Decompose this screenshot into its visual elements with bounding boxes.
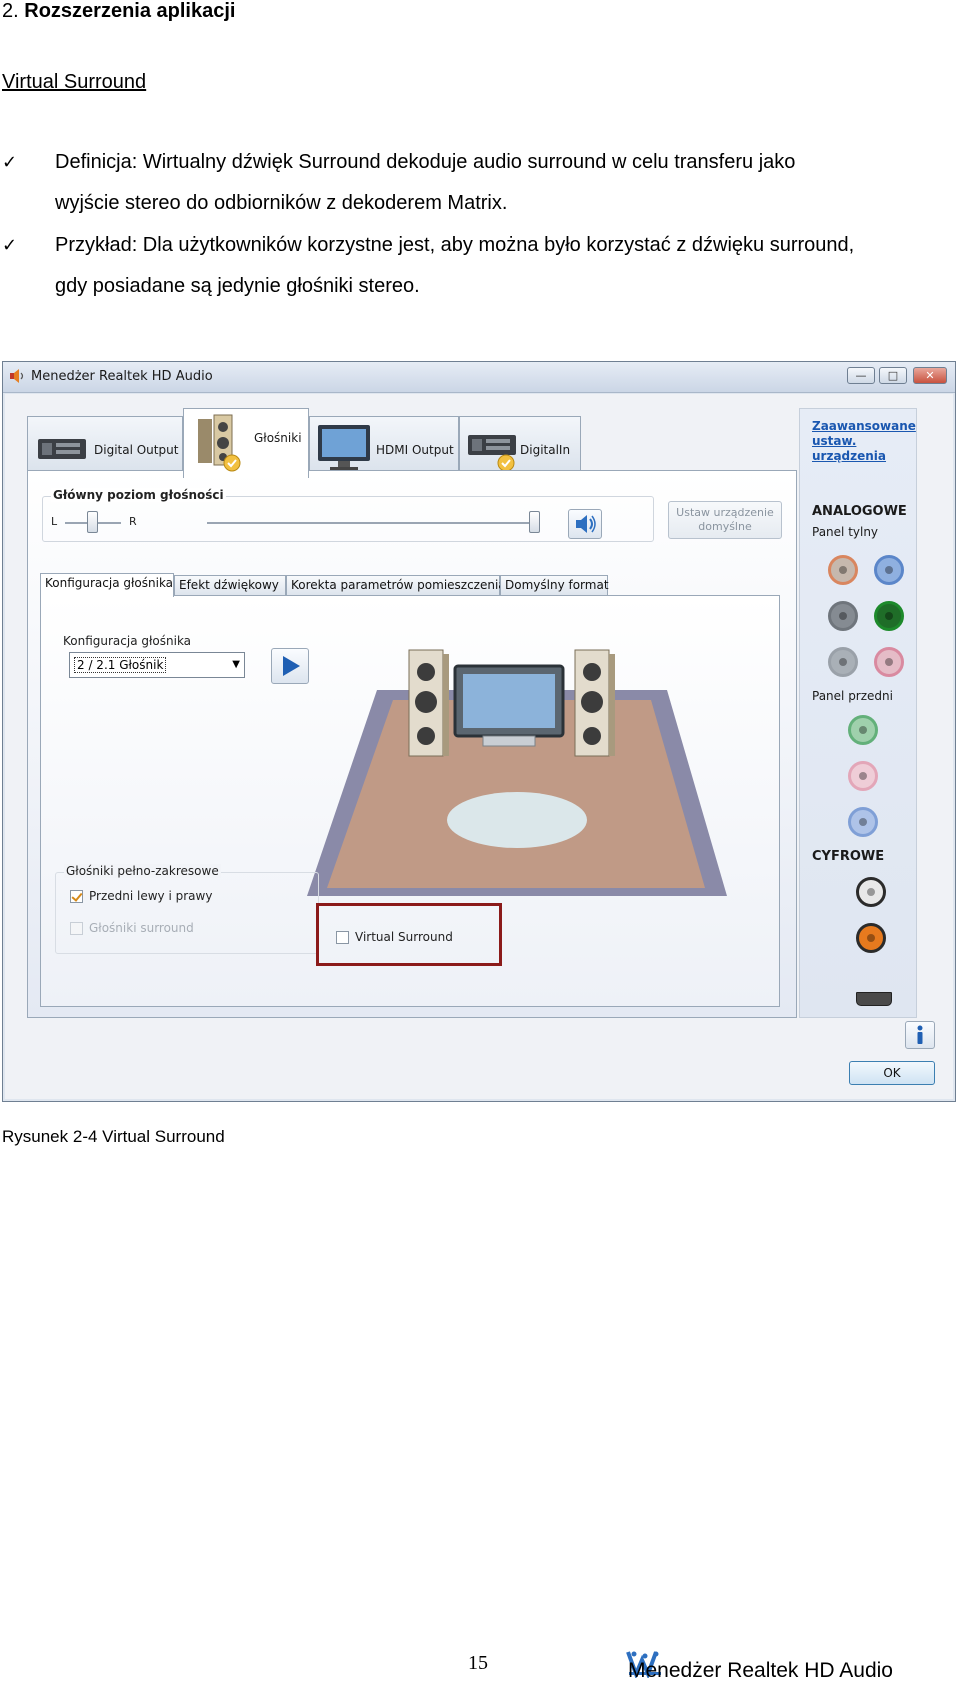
tab-default-format[interactable]: Domyślny format: [500, 575, 609, 595]
figure-caption: Rysunek 2-4 Virtual Surround: [2, 1127, 225, 1146]
window-title: Menedżer Realtek HD Audio: [31, 369, 213, 384]
rear-blue-jack-icon[interactable]: [874, 555, 904, 585]
speaker-icon: [576, 515, 596, 533]
main-volume-title: Główny poziom głośności: [51, 488, 226, 502]
check-icon: ✓: [2, 152, 18, 173]
balance-right-label: R: [129, 515, 137, 528]
volume-slider[interactable]: [529, 511, 540, 533]
balance-slider[interactable]: [87, 511, 98, 533]
dialog-client-area: Digital Output Głośniki HDMI Output Digi…: [5, 394, 953, 1099]
checkbox-label: Virtual Surround: [355, 930, 453, 944]
section-heading: 2. Rozszerzenia aplikacji: [2, 0, 235, 23]
button-label: Ustaw urządzenie: [676, 506, 774, 519]
monitor-device-icon: [318, 425, 370, 471]
optical-jack-icon[interactable]: [856, 923, 886, 953]
tab-room-correction[interactable]: Korekta parametrów pomieszczenia: [286, 575, 506, 595]
button-label: domyślne: [698, 520, 752, 533]
surround-speakers-checkbox-row: Głośniki surround: [70, 921, 194, 935]
surround-speakers-checkbox: [70, 922, 83, 935]
bullet-line: Definicja: Wirtualny dźwięk Surround dek…: [55, 151, 796, 173]
front-left-right-checkbox-row[interactable]: Przedni lewy i prawy: [70, 889, 212, 903]
speakers-panel: Główny poziom głośności L R Ustaw urządz…: [27, 470, 797, 1018]
full-range-speakers-group: Głośniki pełno-zakresowe Przedni lewy i …: [55, 864, 319, 954]
section-title: Rozszerzenia aplikacji: [24, 0, 236, 22]
tab-sound-effect[interactable]: Efekt dźwiękowy: [174, 575, 286, 595]
balance-left-label: L: [51, 515, 58, 528]
link-line: Zaawansowane: [812, 419, 916, 433]
front-blue-jack-icon[interactable]: [848, 807, 878, 837]
digital-output-device-icon: [38, 439, 86, 459]
link-line: ustaw. urządzenia: [812, 434, 887, 463]
virtual-surround-checkbox[interactable]: [336, 931, 349, 944]
tab-speakers[interactable]: Głośniki: [183, 408, 309, 478]
check-icon: ✓: [2, 235, 18, 256]
speaker-config-label: Konfiguracja głośnika: [63, 634, 192, 648]
hdmi-port-icon[interactable]: [856, 992, 892, 1006]
rear-gray-jack-icon[interactable]: [828, 601, 858, 631]
room-illustration: [307, 649, 727, 896]
tab-label: Głośniki: [254, 431, 302, 445]
bullet-line: gdy posiadane są jedynie głośniki stereo…: [55, 275, 420, 297]
rear-green-jack-icon[interactable]: [874, 601, 904, 631]
info-button[interactable]: [905, 1021, 935, 1049]
ok-button[interactable]: OK: [849, 1061, 935, 1085]
device-tab-strip: Digital Output Głośniki HDMI Output Digi…: [27, 408, 797, 478]
speaker-config-group: Konfiguracja głośnika 2 / 2.1 Głośnik ▼: [55, 634, 309, 688]
checkbox-label: Głośniki surround: [89, 921, 194, 935]
speaker-app-icon: [10, 369, 24, 383]
close-button[interactable]: ✕: [913, 367, 947, 384]
footer-brand: Menedżer Realtek HD Audio: [628, 1659, 893, 1682]
front-pink-jack-icon[interactable]: [848, 761, 878, 791]
speaker-configuration-panel: Konfiguracja głośnika 2 / 2.1 Głośnik ▼: [40, 595, 780, 1007]
tab-digital-output[interactable]: Digital Output: [27, 416, 183, 476]
tab-label: DigitalIn: [520, 443, 571, 457]
bullet-line: wyjście stereo do odbiorników z dekodere…: [55, 192, 508, 214]
bullet-line: Przykład: Dla użytkowników korzystne jes…: [55, 234, 855, 256]
play-icon: [283, 656, 300, 676]
main-volume-group: Główny poziom głośności L R: [42, 488, 654, 542]
section-number: 2.: [2, 0, 19, 22]
play-test-button[interactable]: [271, 648, 309, 684]
minimize-button[interactable]: —: [847, 367, 875, 384]
tab-label: HDMI Output: [376, 443, 454, 457]
rear-panel-label: Panel tylny: [812, 525, 879, 539]
checkbox-label: Przedni lewy i prawy: [89, 889, 213, 903]
front-panel-label: Panel przedni: [812, 689, 893, 703]
tab-speaker-configuration[interactable]: Konfiguracja głośnika: [40, 573, 174, 597]
title-bar: Menedżer Realtek HD Audio — □ ✕: [3, 362, 955, 393]
tab-label: Digital Output: [94, 443, 179, 457]
maximize-button[interactable]: □: [879, 367, 907, 384]
mute-button[interactable]: [568, 509, 602, 539]
virtual-surround-checkbox-row[interactable]: Virtual Surround: [336, 930, 453, 944]
tab-hdmi-output[interactable]: HDMI Output: [309, 416, 459, 476]
front-green-jack-icon[interactable]: [848, 715, 878, 745]
speaker-config-select[interactable]: 2 / 2.1 Głośnik ▼: [69, 652, 245, 678]
info-icon: [917, 1025, 923, 1044]
selected-value: 2 / 2.1 Głośnik: [74, 657, 167, 673]
rear-silver-jack-icon[interactable]: [828, 647, 858, 677]
page-number: 15: [468, 1652, 488, 1674]
full-range-title: Głośniki pełno-zakresowe: [64, 864, 221, 878]
realtek-dialog: Menedżer Realtek HD Audio — □ ✕ Digital …: [2, 361, 956, 1102]
speakers-device-icon: [198, 414, 241, 472]
tab-digital-in[interactable]: DigitalIn: [459, 416, 581, 476]
connector-panel: Zaawansowane ustaw. urządzenia ANALOGOWE…: [799, 408, 917, 1018]
chevron-down-icon: ▼: [232, 659, 240, 670]
coaxial-jack-icon[interactable]: [856, 877, 886, 907]
advanced-settings-link[interactable]: Zaawansowane ustaw. urządzenia: [812, 419, 916, 464]
subsection-heading: Virtual Surround: [2, 71, 147, 93]
digital-heading: CYFROWE: [812, 849, 885, 864]
analog-heading: ANALOGOWE: [812, 504, 907, 519]
rear-pink-jack-icon[interactable]: [874, 647, 904, 677]
front-left-right-checkbox[interactable]: [70, 890, 83, 903]
rear-orange-jack-icon[interactable]: [828, 555, 858, 585]
digital-in-device-icon: [468, 435, 516, 472]
volume-track: [207, 522, 537, 524]
set-default-device-button[interactable]: Ustaw urządzenie domyślne: [668, 501, 782, 539]
